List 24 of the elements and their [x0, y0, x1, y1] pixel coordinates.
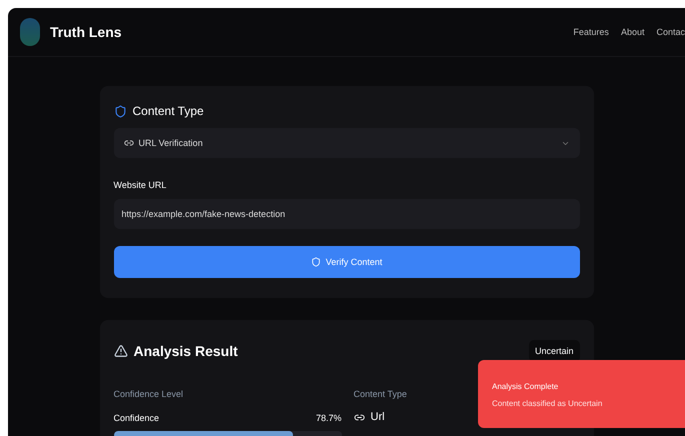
link-icon [124, 138, 134, 148]
field-label: Website URL [114, 180, 168, 190]
card-title: Content Type [132, 104, 204, 118]
confidence-label: Confidence [114, 413, 160, 423]
section-label: Content Type [354, 389, 407, 399]
toast-title: Analysis Complete [492, 382, 560, 391]
shield-icon [310, 257, 321, 267]
status-badge: Uncertain [528, 340, 580, 362]
url-field[interactable]: https://example.com/fake-news-detection [114, 199, 580, 229]
brand-name: Truth Lens [50, 24, 122, 40]
nav-link[interactable]: Features [573, 27, 609, 37]
warning-icon [114, 344, 128, 358]
logo-icon [20, 18, 40, 46]
toast-message: Content classified as Uncertain [492, 399, 604, 408]
content-type-value: Url [370, 411, 385, 423]
select-value: URL Verification [138, 138, 203, 148]
verify-button[interactable]: Verify Content [114, 246, 580, 278]
content-type-select[interactable]: URL Verification [114, 128, 580, 158]
card-title: Analysis Result [134, 343, 238, 359]
nav-link[interactable]: About [620, 27, 644, 37]
confidence-value: 78.7% [316, 413, 342, 423]
section-label: Confidence Level [114, 389, 184, 399]
nav-link[interactable]: Contac [656, 27, 685, 37]
shield-icon [114, 104, 126, 118]
